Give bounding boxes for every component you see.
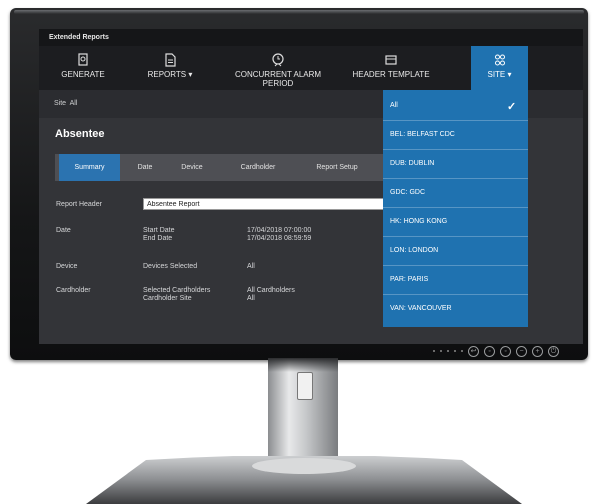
- selected-cardholders-label: Selected Cardholders: [143, 287, 211, 294]
- devices-selected-label: Devices Selected: [143, 263, 198, 270]
- site-option-van[interactable]: VAN: VANCOUVER: [390, 305, 452, 312]
- report-header-label: Report Header: [56, 201, 102, 208]
- site-option-dub[interactable]: DUB: DUBLIN: [390, 160, 434, 167]
- reports-label: REPORTS ▾: [147, 70, 193, 79]
- cardholder-site-value: All: [247, 295, 255, 302]
- report-tabs: Summary Date Device Cardholder Report Se…: [55, 154, 427, 181]
- end-date-label: End Date: [143, 235, 173, 242]
- monitor-control-buttons: ↩ ◦ ◦ − + ⏻: [433, 344, 559, 358]
- site-option-all[interactable]: All: [390, 102, 398, 109]
- devices-selected-value: All: [247, 263, 255, 270]
- site-menu-button[interactable]: SITE ▾: [471, 46, 528, 90]
- dropdown-divider: [383, 149, 528, 150]
- reports-menu-button[interactable]: REPORTS ▾: [135, 46, 205, 90]
- settings-icon[interactable]: ◦: [500, 345, 511, 357]
- start-date-value: 17/04/2018 07:00:00: [247, 227, 312, 234]
- cable-slot: [297, 372, 313, 400]
- plus-icon[interactable]: +: [532, 345, 543, 357]
- power-icon[interactable]: ⏻: [548, 345, 559, 357]
- tab-date[interactable]: Date: [125, 154, 165, 181]
- report-header-input[interactable]: [143, 198, 389, 210]
- header-template-icon: [385, 55, 397, 65]
- site-filter-label: Site: [54, 100, 67, 107]
- monitor-stand-shadow: [268, 358, 338, 372]
- selected-cardholders-value: All Cardholders: [247, 287, 295, 294]
- minus-icon[interactable]: −: [516, 345, 527, 357]
- dropdown-divider: [383, 207, 528, 208]
- indicator-dot: [461, 350, 463, 352]
- dropdown-divider: [383, 265, 528, 266]
- dropdown-divider: [383, 236, 528, 237]
- concurrent-alarm-period-button[interactable]: CONCURRENT ALARM PERIOD: [225, 46, 331, 90]
- dropdown-divider: [383, 120, 528, 121]
- site-dropdown-menu: All ✓ BEL: BELFAST CDC DUB: DUBLIN GDC: …: [383, 90, 528, 327]
- indicator-dot: [454, 350, 456, 352]
- input-source-icon[interactable]: ↩: [468, 345, 479, 357]
- reports-icon: [165, 53, 176, 67]
- dropdown-divider: [383, 294, 528, 295]
- cardholder-label: Cardholder: [56, 287, 91, 294]
- concurrent-label-line2: PERIOD: [262, 79, 294, 88]
- tab-cardholder[interactable]: Cardholder: [225, 154, 291, 181]
- generate-icon: [78, 53, 88, 66]
- cardholder-site-label: Cardholder Site: [143, 295, 192, 302]
- site-option-par[interactable]: PAR: PARIS: [390, 276, 428, 283]
- check-icon: ✓: [507, 101, 517, 113]
- menu-icon[interactable]: ◦: [484, 345, 495, 357]
- window-title: Extended Reports: [39, 29, 583, 46]
- generate-label: GENERATE: [61, 70, 105, 79]
- site-option-hk[interactable]: HK: HONG KONG: [390, 218, 447, 225]
- device-label: Device: [56, 263, 78, 270]
- monitor-screen: Extended Reports GENERATE REPORTS ▾ CONC…: [39, 29, 583, 344]
- indicator-dot: [440, 350, 442, 352]
- start-date-label: Start Date: [143, 227, 175, 234]
- monitor-bezel-highlight: [14, 10, 584, 14]
- tab-device[interactable]: Device: [171, 154, 213, 181]
- header-template-label: HEADER TEMPLATE: [352, 70, 430, 79]
- alarm-clock-icon: [272, 53, 284, 67]
- site-label: SITE ▾: [487, 70, 512, 79]
- dropdown-divider: [383, 178, 528, 179]
- tab-report-setup[interactable]: Report Setup: [299, 154, 375, 181]
- indicator-dot: [447, 350, 449, 352]
- generate-button[interactable]: GENERATE: [52, 46, 114, 90]
- tab-summary[interactable]: Summary: [59, 154, 120, 181]
- site-icon: [494, 54, 505, 66]
- header-template-button[interactable]: HEADER TEMPLATE: [339, 46, 443, 90]
- end-date-value: 17/04/2018 08:59:59: [247, 235, 312, 242]
- site-option-gdc[interactable]: GDC: GDC: [390, 189, 425, 196]
- monitor-stand-base: [86, 456, 522, 504]
- concurrent-label-line1: CONCURRENT ALARM: [234, 70, 322, 79]
- site-option-lon[interactable]: LON: LONDON: [390, 247, 438, 254]
- page-title: Absentee: [55, 128, 105, 140]
- site-option-bel[interactable]: BEL: BELFAST CDC: [390, 131, 455, 138]
- indicator-dot: [433, 350, 435, 352]
- site-filter-value: All: [69, 100, 78, 107]
- date-label: Date: [56, 227, 71, 234]
